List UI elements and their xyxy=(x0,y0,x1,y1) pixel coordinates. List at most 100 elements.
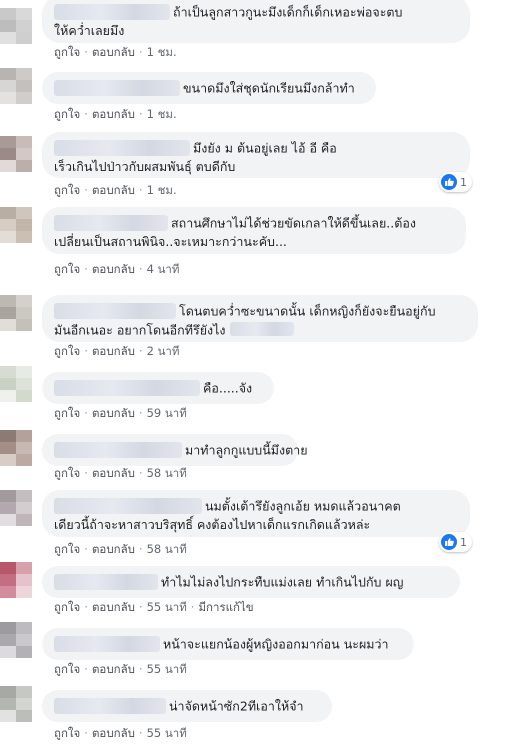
reaction-count[interactable]: 1 xyxy=(439,172,472,192)
comment-actions: ถูกใจ · ตอบกลับ · 1 ชม. xyxy=(54,183,177,197)
redacted-name[interactable] xyxy=(54,497,202,514)
comment-bubble: น่าจัดหน้าซัก2ทีเอาให้จำ xyxy=(42,690,332,722)
comment-text-line: สถานศึกษาไม่ได้ช่วยขัดเกลาให้ดีขึ้นเลย..… xyxy=(171,215,416,231)
avatar[interactable] xyxy=(0,622,32,658)
reaction-count[interactable]: 1 xyxy=(439,532,472,552)
avatar[interactable] xyxy=(0,490,32,526)
comment-bubble: มึงยัง ม ต้นอยู่เลย ไอ้ อี คือ เร็วเกินไ… xyxy=(42,132,470,178)
comment-text-line: นมตั้งเต้ารึยังลูกเอ้ย หมดแล้วอนาคต xyxy=(205,498,401,514)
avatar[interactable] xyxy=(0,68,32,104)
comment-bubble: โดนตบคว่ำซะขนาดนั้น เด็กหญิงก็ยังจะยืนอย… xyxy=(42,295,478,342)
redacted-name[interactable] xyxy=(54,139,190,156)
like-link[interactable]: ถูกใจ xyxy=(54,262,80,276)
comment-time[interactable]: 55 นาที xyxy=(147,662,187,676)
comment-bubble: คือ.....จัง xyxy=(42,372,274,404)
comment-time[interactable]: 55 นาที xyxy=(147,600,187,614)
avatar[interactable] xyxy=(0,366,32,402)
comment-text-line: คือ.....จัง xyxy=(203,380,253,396)
redacted-name[interactable] xyxy=(54,697,166,714)
avatar[interactable] xyxy=(0,686,32,722)
reply-link[interactable]: ตอบกลับ xyxy=(92,344,135,358)
comment-bubble: นมตั้งเต้ารึยังลูกเอ้ย หมดแล้วอนาคต เดีย… xyxy=(42,490,470,537)
avatar[interactable] xyxy=(0,562,32,598)
comment-time[interactable]: 2 นาที xyxy=(147,344,180,358)
comment-actions: ถูกใจ · ตอบกลับ · 1 ชม. xyxy=(54,45,177,59)
reply-link[interactable]: ตอบกลับ xyxy=(92,726,135,740)
like-link[interactable]: ถูกใจ xyxy=(54,600,80,614)
comment-text-line: มาทำลูกกูแบบนี้มึงตาย xyxy=(185,442,308,458)
reply-link[interactable]: ตอบกลับ xyxy=(92,542,135,556)
reaction-number: 1 xyxy=(460,175,467,189)
comment-bubble: ทำไมไม่ลงไปกระทืบแม่งเลย ทำเกินไปกับ ผญ xyxy=(42,566,460,598)
redacted-name[interactable] xyxy=(54,214,168,231)
avatar[interactable] xyxy=(0,136,32,172)
comment-bubble: มาทำลูกกูแบบนี้มึงตาย xyxy=(42,434,308,466)
like-link[interactable]: ถูกใจ xyxy=(54,726,80,740)
like-link[interactable]: ถูกใจ xyxy=(54,344,80,358)
avatar[interactable] xyxy=(0,295,32,331)
comment-actions: ถูกใจ · ตอบกลับ · 1 ชม. xyxy=(54,107,177,121)
reply-link[interactable]: ตอบกลับ xyxy=(92,183,135,197)
comment-time[interactable]: 58 นาที xyxy=(147,542,187,556)
comment-text-line: มันอีกเนอะ อยากโดนอีกทีรึยังไง xyxy=(54,322,226,337)
comment-text-line: ให้คว่ำเลยมึง xyxy=(54,22,125,38)
like-link[interactable]: ถูกใจ xyxy=(54,466,80,480)
comment-time[interactable]: 1 ชม. xyxy=(147,45,177,59)
comment-actions: ถูกใจ · ตอบกลับ · 58 นาที xyxy=(54,466,187,480)
avatar[interactable] xyxy=(0,8,32,44)
comment-text-line: หน้าจะแยกน้องผู้หญิงออกมาก่อน นะผมว่า xyxy=(163,636,389,652)
comment-time[interactable]: 55 นาที xyxy=(147,726,187,740)
comment-text-line: ขนาดมึงใส่ชุดนักเรียนมึงกล้าทำ xyxy=(183,80,355,96)
reply-link[interactable]: ตอบกลับ xyxy=(92,662,135,676)
comment-time[interactable]: 4 นาที xyxy=(147,262,180,276)
reply-link[interactable]: ตอบกลับ xyxy=(92,262,135,276)
thumbs-up-icon xyxy=(441,534,457,550)
comment-text-line: โดนตบคว่ำซะขนาดนั้น เด็กหญิงก็ยังจะยืนอย… xyxy=(179,303,436,319)
reply-link[interactable]: ตอบกลับ xyxy=(92,45,135,59)
comment-actions: ถูกใจ · ตอบกลับ · 4 นาที xyxy=(54,262,180,276)
like-link[interactable]: ถูกใจ xyxy=(54,183,80,197)
comment-actions: ถูกใจ · ตอบกลับ · 55 นาที xyxy=(54,662,187,676)
comment-time[interactable]: 58 นาที xyxy=(147,466,187,480)
reply-link[interactable]: ตอบกลับ xyxy=(92,107,135,121)
comment-bubble: ขนาดมึงใส่ชุดนักเรียนมึงกล้าทำ xyxy=(42,72,376,104)
comment-actions: ถูกใจ · ตอบกลับ · 2 นาที xyxy=(54,344,180,358)
like-link[interactable]: ถูกใจ xyxy=(54,45,80,59)
edited-label[interactable]: มีการแก้ไข xyxy=(198,600,253,614)
reply-link[interactable]: ตอบกลับ xyxy=(92,406,135,420)
avatar[interactable] xyxy=(0,207,32,243)
comment-text-line: ทำไมไม่ลงไปกระทืบแม่งเลย ทำเกินไปกับ ผญ xyxy=(161,574,404,590)
redacted-name[interactable] xyxy=(54,3,170,20)
redacted-name[interactable] xyxy=(54,302,176,319)
comment-text-line: เดียวนี้ถ้าจะหาสาวบริสุทธิ์ คงต้องไปหาเด… xyxy=(54,516,371,532)
comment-bubble: ถ้าเป็นลูกสาวกูนะมึงเด็กก็เด็กเหอะพ่อจะต… xyxy=(42,0,470,43)
redacted-name[interactable] xyxy=(54,79,180,96)
comment-text-line: เร็วเกินไปป่าวกับผสมพันธุ์ ตบดีกับ xyxy=(54,158,236,174)
reply-link[interactable]: ตอบกลับ xyxy=(92,466,135,480)
comment-text-line: มึงยัง ม ต้นอยู่เลย ไอ้ อี คือ xyxy=(193,140,337,156)
reaction-number: 1 xyxy=(460,535,467,549)
comment-actions: ถูกใจ · ตอบกลับ · 55 นาที xyxy=(54,726,187,740)
redacted-name[interactable] xyxy=(54,573,158,590)
tagged-name[interactable] xyxy=(229,322,294,336)
comment-bubble: สถานศึกษาไม่ได้ช่วยขัดเกลาให้ดีขึ้นเลย..… xyxy=(42,207,466,254)
like-link[interactable]: ถูกใจ xyxy=(54,662,80,676)
like-link[interactable]: ถูกใจ xyxy=(54,542,80,556)
comment-actions: ถูกใจ · ตอบกลับ · 59 นาที xyxy=(54,406,187,420)
reply-link[interactable]: ตอบกลับ xyxy=(92,600,135,614)
comment-actions: ถูกใจ · ตอบกลับ · 58 นาที xyxy=(54,542,187,556)
comment-time[interactable]: 1 ชม. xyxy=(147,183,177,197)
avatar[interactable] xyxy=(0,430,32,466)
like-link[interactable]: ถูกใจ xyxy=(54,107,80,121)
comment-time[interactable]: 1 ชม. xyxy=(147,107,177,121)
redacted-name[interactable] xyxy=(54,441,182,458)
like-link[interactable]: ถูกใจ xyxy=(54,406,80,420)
comment-text-line: น่าจัดหน้าซัก2ทีเอาให้จำ xyxy=(169,698,304,714)
comment-text-line: ถ้าเป็นลูกสาวกูนะมึงเด็กก็เด็กเหอะพ่อจะต… xyxy=(173,4,403,20)
comment-text-line: เปลี่ยนเป็นสถานพินิจ..จะเหมาะกว่านะคับ..… xyxy=(54,233,287,249)
comment-time[interactable]: 59 นาที xyxy=(147,406,187,420)
comment-actions: ถูกใจ · ตอบกลับ · 55 นาที · มีการแก้ไข xyxy=(54,600,254,614)
thumbs-up-icon xyxy=(441,174,457,190)
redacted-name[interactable] xyxy=(54,635,160,652)
redacted-name[interactable] xyxy=(54,379,200,396)
